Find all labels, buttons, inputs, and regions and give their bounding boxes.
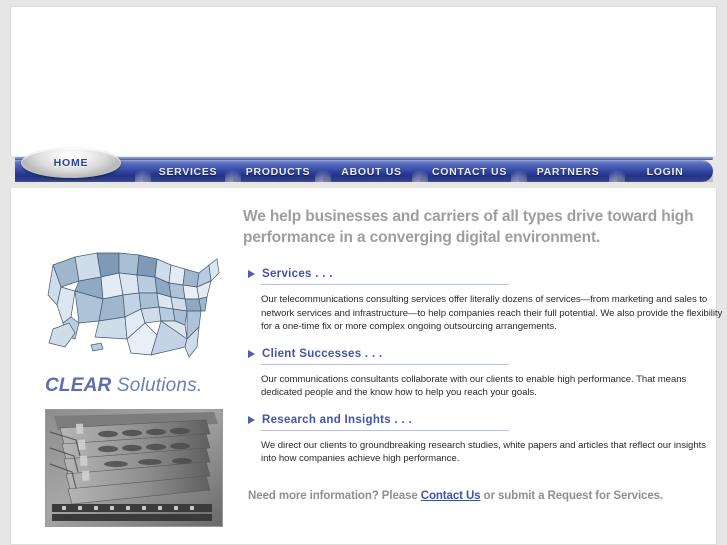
contact-us-link[interactable]: Contact Us bbox=[421, 490, 481, 502]
nav-item-partners[interactable]: PARTNERS bbox=[519, 161, 625, 182]
nav-item-home-label: HOME bbox=[53, 157, 89, 169]
section-client-successes: Client Successes . . . Our communication… bbox=[243, 348, 708, 400]
section-research-insights-header[interactable]: Research and Insights . . . bbox=[243, 414, 708, 426]
triangle-bullet-icon bbox=[248, 415, 255, 424]
section-client-successes-title: Client Successes . . . bbox=[262, 347, 383, 360]
section-services: Services . . . Our telecommunications co… bbox=[243, 268, 722, 334]
section-divider bbox=[261, 363, 509, 365]
section-client-successes-body: Our communications consultants collabora… bbox=[261, 373, 687, 399]
nav-item-login[interactable]: LOGIN bbox=[617, 161, 713, 182]
triangle-bullet-icon bbox=[248, 270, 255, 278]
nav-item-services[interactable]: SERVICES bbox=[143, 161, 241, 182]
section-research-insights-body: We direct our clients to groundbreaking … bbox=[261, 439, 706, 465]
brand-logo-clear: CLEAR bbox=[45, 375, 112, 396]
main-column: We help businesses and carriers of all t… bbox=[243, 206, 722, 502]
main-navigation: SERVICES PRODUCTS ABOUT US CONTACT US PA… bbox=[0, 148, 727, 188]
header-banner bbox=[10, 6, 717, 156]
nav-item-contact-us[interactable]: CONTACT US bbox=[420, 161, 527, 182]
section-services-body: Our telecommunications consulting servic… bbox=[261, 294, 723, 332]
more-information-text: Need more information? Please Contact Us… bbox=[248, 490, 708, 502]
more-information-prefix: Need more information? Please bbox=[248, 489, 421, 502]
section-research-insights-title: Research and Insights . . . bbox=[262, 413, 412, 426]
section-services-header[interactable]: Services . . . bbox=[243, 268, 708, 280]
section-divider bbox=[261, 429, 509, 431]
triangle-bullet-icon bbox=[248, 349, 255, 358]
page-headline: We help businesses and carriers of all t… bbox=[243, 208, 694, 246]
united-states-map-icon bbox=[35, 243, 225, 363]
section-divider bbox=[261, 284, 509, 285]
sidebar: CLEAR Solutions. bbox=[23, 243, 231, 527]
section-client-successes-header[interactable]: Client Successes . . . bbox=[243, 348, 708, 360]
page-root: SERVICES PRODUCTS ABOUT US CONTACT US PA… bbox=[0, 0, 727, 545]
section-services-title: Services . . . bbox=[262, 268, 333, 280]
page-content: CLEAR Solutions. We help businesses and … bbox=[10, 188, 722, 545]
brand-logo: CLEAR Solutions. bbox=[45, 375, 231, 397]
nav-item-home[interactable]: HOME bbox=[21, 148, 121, 178]
brand-logo-solutions: Solutions. bbox=[111, 375, 203, 396]
more-information-suffix: or submit a Request for Services. bbox=[480, 489, 664, 502]
server-hardware-photo bbox=[45, 409, 223, 527]
nav-item-about-us[interactable]: ABOUT US bbox=[323, 161, 428, 182]
section-research-insights: Research and Insights . . . We direct ou… bbox=[243, 414, 708, 466]
nav-item-products[interactable]: PRODUCTS bbox=[233, 161, 331, 182]
